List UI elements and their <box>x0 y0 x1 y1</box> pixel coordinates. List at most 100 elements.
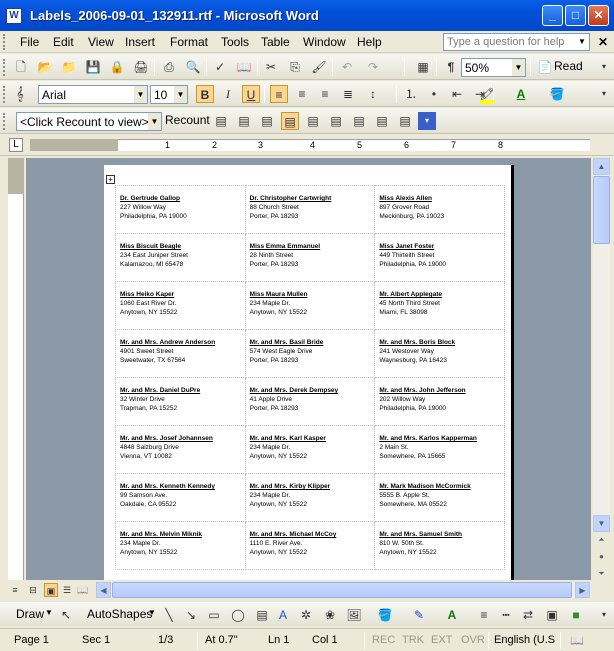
decrease-indent-icon[interactable]: ⇤ <box>448 85 466 103</box>
label-cell[interactable]: Mr. and Mrs. Basil Bride 574 West Eagle D… <box>244 329 376 378</box>
numbering-icon[interactable]: ⒈ <box>402 85 420 103</box>
3d-style-icon[interactable]: ■ <box>567 606 585 624</box>
document-close-icon[interactable]: ✕ <box>598 35 608 49</box>
new-document-icon[interactable]: 🗋 <box>12 58 30 76</box>
menu-help[interactable]: Help <box>357 35 382 49</box>
fill-color-icon[interactable]: 🪣 <box>548 85 566 103</box>
tab-right-icon[interactable]: ▤ <box>258 112 276 130</box>
tab-bar-icon[interactable]: ▤ <box>304 112 322 130</box>
label-cell[interactable]: Dr. Gertrude Gallop 227 Willow Way Philade… <box>115 185 246 234</box>
scroll-up-icon[interactable]: ▲ <box>593 158 610 175</box>
maximize-button[interactable]: □ <box>565 5 586 26</box>
align-left-icon[interactable]: ≡ <box>270 85 288 103</box>
reading-layout-icon[interactable]: 📖 <box>76 583 90 597</box>
underline-button[interactable]: U <box>242 85 260 103</box>
label-cell[interactable]: Mr. and Mrs. Boris Block 241 Westover Way… <box>374 329 505 378</box>
indent-icon[interactable]: ▤ <box>373 112 391 130</box>
vertical-scrollbar[interactable]: ▲ ▼ ⏶ ● ⏷ <box>593 158 610 583</box>
label-cell[interactable]: Mr. and Mrs. Andrew Anderson 4901 Sweet S… <box>115 329 246 378</box>
label-cell[interactable]: Mr. Albert Applegate 45 North Third Stree… <box>374 281 505 330</box>
label-cell[interactable]: Miss Maura Mullen 234 Maple Dr. Anytown, N… <box>244 281 376 330</box>
draw-menu-button[interactable]: Draw <box>16 607 44 621</box>
print-preview-icon[interactable]: 🖨 <box>132 58 150 76</box>
scroll-thumb[interactable] <box>593 176 610 244</box>
align-right-icon[interactable]: ≡ <box>316 85 334 103</box>
outline-view-icon[interactable]: ☰ <box>60 583 74 597</box>
menu-view[interactable]: View <box>88 35 114 49</box>
tab-selector-icon[interactable]: L <box>9 138 23 152</box>
label-cell[interactable]: Mr. and Mrs. Karlos Kapperman 2 Main St. S… <box>374 425 505 474</box>
toolbar-options-icon[interactable]: ▾ <box>595 85 613 103</box>
chevron-down-icon[interactable]: ▼ <box>148 608 156 617</box>
label-cell[interactable]: Mr. and Mrs. Michael McCoy 1110 E. River … <box>244 521 376 570</box>
bold-button[interactable]: B <box>196 85 214 103</box>
print-icon[interactable]: ⎙ <box>160 58 178 76</box>
normal-view-icon[interactable]: ≡ <box>8 583 22 597</box>
autoshapes-menu-button[interactable]: AutoShapes <box>87 607 152 621</box>
zoom-select[interactable]: 50% ▼ <box>461 58 526 77</box>
chevron-down-icon[interactable]: ▼ <box>512 59 525 76</box>
first-indent-icon[interactable]: ▤ <box>327 112 345 130</box>
minimize-button[interactable]: _ <box>542 5 563 26</box>
italic-button[interactable]: I <box>219 85 237 103</box>
label-cell[interactable]: Mr. Mark Madison McCormick 5555 B. Apple … <box>374 473 505 522</box>
menu-window[interactable]: Window <box>303 35 346 49</box>
select-browse-object-icon[interactable]: ● <box>593 549 610 566</box>
labels-table[interactable]: Dr. Gertrude Gallop 227 Willow Way Philade… <box>115 185 505 570</box>
scroll-left-icon[interactable]: ◀ <box>96 582 111 598</box>
save-icon[interactable]: 💾 <box>84 58 102 76</box>
label-cell[interactable]: Miss Janet Foster 449 Thirteith Street Phi… <box>374 233 505 282</box>
outdent-icon[interactable]: ▤ <box>396 112 414 130</box>
status-line[interactable]: Ln 1 <box>268 634 289 646</box>
menu-file[interactable]: File <box>20 35 39 49</box>
label-cell[interactable]: Miss Biscuit Beagle 234 East Juniper Stre… <box>115 233 246 282</box>
label-cell[interactable]: Mr. and Mrs. Samuel Smith 810 W. 50th St.… <box>374 521 505 570</box>
label-cell[interactable]: Mr. and Mrs. Daniel DuPre 32 Winter Drive… <box>115 377 246 426</box>
label-cell[interactable]: Mr. and Mrs. Kirby Klipper 234 Maple Dr. A… <box>244 473 376 522</box>
menu-format[interactable]: Format <box>170 35 208 49</box>
document-area[interactable]: + Dr. Gertrude Gallop 227 Willow Way Phila… <box>26 158 591 580</box>
table-move-handle-icon[interactable]: + <box>106 175 115 184</box>
status-page[interactable]: Page 1 <box>14 634 49 646</box>
permission-icon[interactable]: 🔒 <box>108 58 126 76</box>
dash-style-icon[interactable]: ┅ <box>497 606 515 624</box>
tab-decimal-icon[interactable]: ▤ <box>281 112 299 130</box>
insert-table-icon[interactable]: ▦ <box>414 58 432 76</box>
status-rec[interactable]: REC <box>372 634 395 646</box>
format-painter-icon[interactable]: 🖌 <box>310 58 328 76</box>
menu-table[interactable]: Table <box>261 35 290 49</box>
line-style-icon[interactable]: ≡ <box>475 606 493 624</box>
help-search-input[interactable]: Type a question for help ▼ <box>443 33 590 51</box>
status-at[interactable]: At 0.7" <box>205 634 238 646</box>
arrow-style-icon[interactable]: ⇄ <box>519 606 537 624</box>
clip-art-icon[interactable]: ❀ <box>321 606 339 624</box>
font-size-select[interactable]: 10 ▼ <box>150 85 188 104</box>
toolbar-grip[interactable] <box>3 113 7 130</box>
toolbar-grip[interactable] <box>3 86 7 103</box>
align-center-icon[interactable]: ≡ <box>293 85 311 103</box>
open-folder-icon[interactable]: 📂 <box>36 58 54 76</box>
toolbar-grip[interactable] <box>3 59 7 76</box>
rectangle-icon[interactable]: ▭ <box>205 606 223 624</box>
menu-insert[interactable]: Insert <box>125 35 155 49</box>
status-language[interactable]: English (U.S <box>494 634 555 646</box>
toolbar-options-icon[interactable]: ▾ <box>595 606 613 624</box>
picture-icon[interactable]: 🖼 <box>345 606 363 624</box>
chevron-down-icon[interactable]: ▼ <box>45 608 53 617</box>
read-button[interactable]: Read <box>554 59 583 73</box>
chevron-down-icon[interactable]: ▼ <box>576 35 588 49</box>
arrow-icon[interactable]: ↘ <box>182 606 200 624</box>
bullets-icon[interactable]: • <box>425 85 443 103</box>
toolbar-options-icon[interactable]: ▾ <box>418 112 436 130</box>
label-cell[interactable]: Mr. and Mrs. Melvin Miknik 234 Maple Dr. A… <box>115 521 246 570</box>
menu-tools[interactable]: Tools <box>221 35 249 49</box>
status-ext[interactable]: EXT <box>431 634 452 646</box>
font-select[interactable]: Arial ▼ <box>38 85 148 104</box>
recount-button[interactable]: Recount <box>165 113 210 127</box>
redo-icon[interactable]: ↷ <box>364 58 382 76</box>
status-trk[interactable]: TRK <box>402 634 424 646</box>
text-box-icon[interactable]: ▤ <box>253 606 271 624</box>
show-hide-icon[interactable]: ¶ <box>442 58 460 76</box>
word-app-icon[interactable]: W <box>6 7 22 24</box>
label-cell[interactable]: Mr. and Mrs. Kenneth Kennedy 99 Samson Av… <box>115 473 246 522</box>
